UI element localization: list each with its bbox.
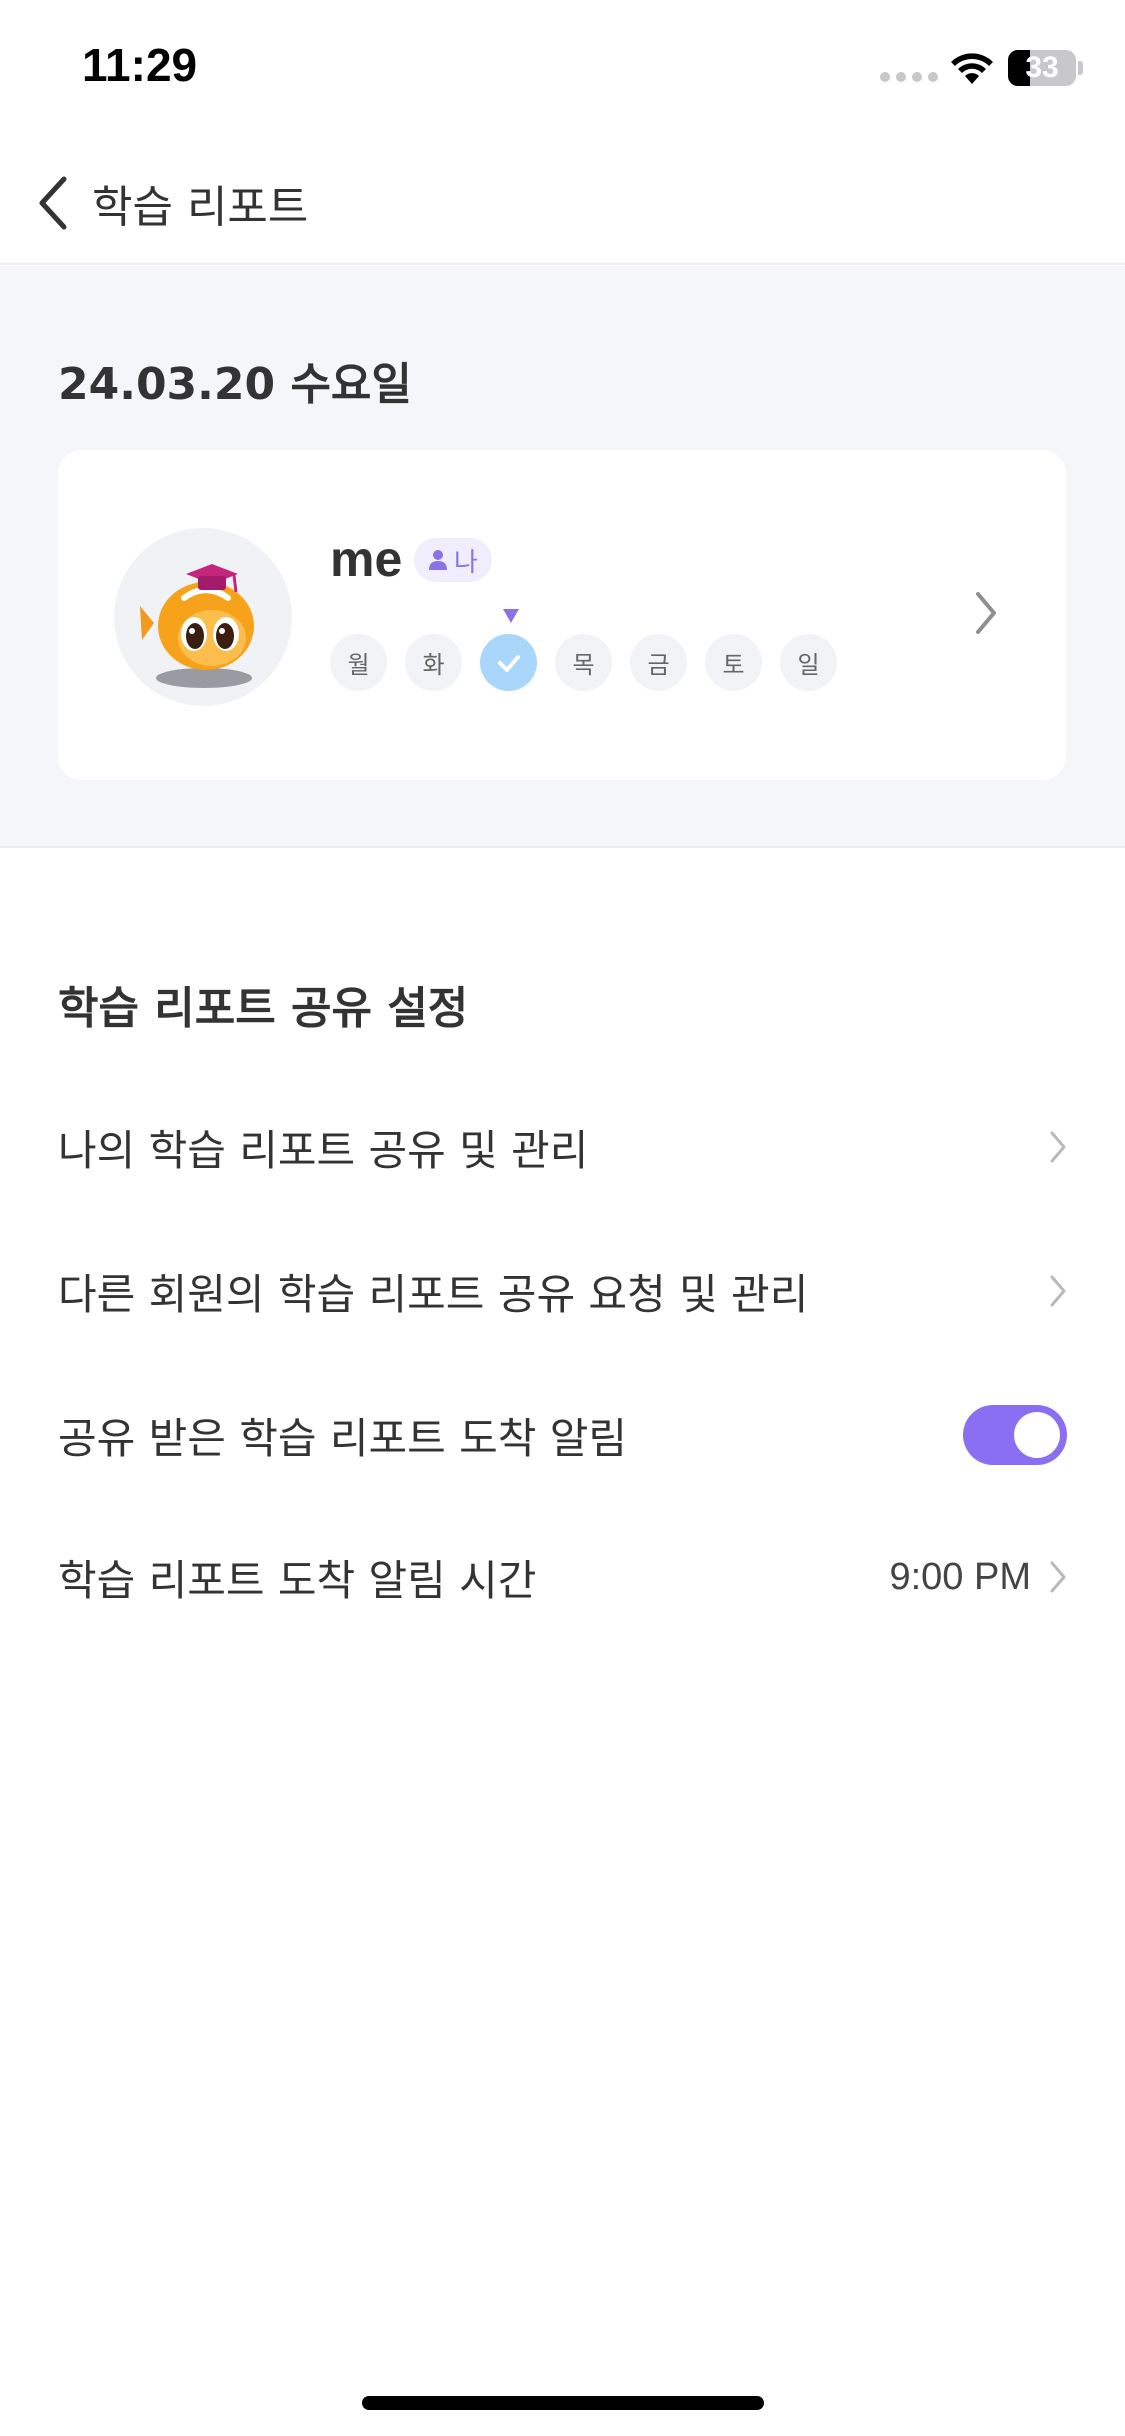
report-section: 24.03.20 수요일 me 나 월 화 목 금 토 일 — [0, 266, 1125, 848]
day-chip-wed — [480, 634, 537, 691]
setting-row-notification-time[interactable]: 학습 리포트 도착 알림 시간 9:00 PM — [0, 1512, 1125, 1642]
wifi-icon — [951, 53, 993, 84]
home-indicator — [362, 2396, 764, 2410]
day-chip-sun: 일 — [780, 634, 837, 691]
day-chip-tue: 화 — [405, 634, 462, 691]
weekday-row: 월 화 목 금 토 일 — [330, 634, 837, 691]
settings-title: 학습 리포트 공유 설정 — [58, 983, 469, 1034]
chevron-left-icon — [39, 176, 67, 230]
me-badge: 나 — [414, 538, 492, 582]
avatar — [114, 528, 292, 706]
person-icon — [429, 550, 447, 570]
chevron-right-icon — [976, 592, 996, 634]
page-title: 학습 리포트 — [92, 182, 309, 233]
triangle-down-icon — [503, 609, 519, 623]
report-card[interactable]: me 나 월 화 목 금 토 일 — [58, 450, 1066, 780]
status-bar: 11:29 33 — [0, 0, 1125, 140]
battery-nub — [1078, 61, 1083, 75]
toggle-knob — [1014, 1412, 1060, 1458]
setting-label: 공유 받은 학습 리포트 도착 알림 — [58, 1413, 628, 1463]
setting-label: 학습 리포트 도착 알림 시간 — [58, 1555, 537, 1605]
setting-row-others-report-request[interactable]: 다른 회원의 학습 리포트 공유 요청 및 관리 — [0, 1226, 1125, 1356]
me-badge-label: 나 — [454, 547, 478, 578]
setting-row-arrival-notification: 공유 받은 학습 리포트 도착 알림 — [0, 1370, 1125, 1500]
nav-bar: 학습 리포트 — [0, 140, 1125, 265]
chevron-right-icon — [1050, 1131, 1066, 1163]
day-chip-fri: 금 — [630, 634, 687, 691]
setting-label: 다른 회원의 학습 리포트 공유 요청 및 관리 — [58, 1269, 809, 1319]
chevron-right-icon — [1050, 1561, 1066, 1593]
check-icon — [497, 654, 520, 672]
fish-mascot-icon — [140, 564, 254, 688]
notification-time-value: 9:00 PM — [889, 1555, 1031, 1598]
day-chip-mon: 월 — [330, 634, 387, 691]
chevron-right-icon — [1050, 1275, 1066, 1307]
setting-label: 나의 학습 리포트 공유 및 관리 — [58, 1125, 589, 1175]
day-chip-thu: 목 — [555, 634, 612, 691]
report-date: 24.03.20 수요일 — [58, 359, 412, 410]
battery-icon: 33 — [1008, 50, 1076, 86]
battery-level: 33 — [1025, 51, 1059, 84]
setting-row-my-report-share[interactable]: 나의 학습 리포트 공유 및 관리 — [0, 1082, 1125, 1212]
cellular-signal-icon — [880, 72, 938, 82]
notification-toggle[interactable] — [963, 1405, 1067, 1465]
day-chip-sat: 토 — [705, 634, 762, 691]
back-button[interactable]: 학습 리포트 — [36, 170, 308, 236]
user-name: me — [330, 531, 403, 587]
status-time: 11:29 — [82, 39, 198, 91]
